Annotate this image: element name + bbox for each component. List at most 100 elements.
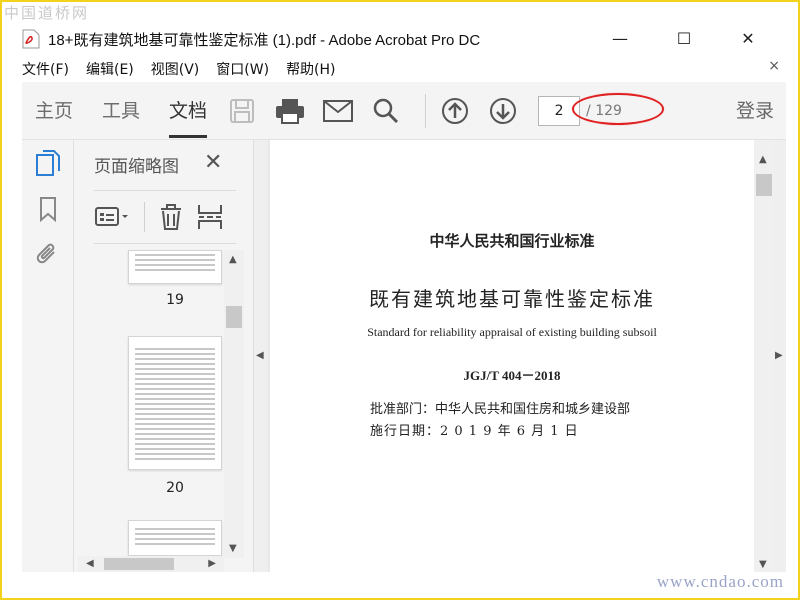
- thumb-spacer: [129, 337, 221, 345]
- thumb-line: [135, 358, 215, 360]
- thumbnail-label-20: 20: [166, 480, 184, 496]
- menu-help[interactable]: 帮助(H): [286, 59, 335, 79]
- thumbnail-page-20[interactable]: [128, 336, 222, 470]
- thumbnail-label-19: 19: [166, 292, 184, 308]
- thumb-line: [135, 403, 215, 405]
- tab-document[interactable]: 文档: [169, 82, 208, 140]
- chevron-right-icon: ▶: [775, 350, 783, 361]
- thumbnail-page-19[interactable]: [128, 250, 222, 284]
- mail-icon[interactable]: [319, 92, 357, 130]
- window-controls: — ☐ ✕: [588, 26, 780, 50]
- thumb-line: [135, 353, 215, 355]
- document-vertical-scrollbar[interactable]: ▲ ▼: [754, 140, 774, 572]
- attachment-icon[interactable]: [22, 232, 74, 278]
- thumb-line: [135, 388, 215, 390]
- thumb-line: [135, 538, 215, 540]
- close-window-button[interactable]: ✕: [716, 26, 780, 50]
- thumb-line: [135, 458, 215, 460]
- menu-file[interactable]: 文件(F): [22, 59, 69, 79]
- close-document-button[interactable]: ×: [768, 58, 780, 74]
- print-icon[interactable]: [271, 92, 309, 130]
- thumb-line: [135, 269, 215, 271]
- extract-pages-icon[interactable]: [197, 202, 225, 232]
- scroll-up-arrow[interactable]: ▲: [229, 254, 237, 265]
- thumb-line: [135, 264, 215, 266]
- thumb-line: [135, 528, 215, 530]
- thumb-line: [135, 543, 215, 545]
- thumb-line: [135, 398, 215, 400]
- scroll-down-arrow[interactable]: ▼: [759, 559, 767, 570]
- thumb-line: [135, 383, 215, 385]
- collapse-left-panel-button[interactable]: ◀: [254, 140, 268, 572]
- thumb-spacer: [129, 521, 221, 525]
- menu-view[interactable]: 视图(V): [151, 59, 200, 79]
- scroll-left-arrow[interactable]: ◀: [86, 558, 94, 569]
- search-icon[interactable]: [367, 92, 405, 130]
- thumb-line: [135, 348, 215, 350]
- doc-title-en: Standard for reliability appraisal of ex…: [367, 325, 657, 339]
- thumbnail-page-21[interactable]: [128, 520, 222, 556]
- thumb-line: [135, 428, 215, 430]
- thumb-line: [135, 433, 215, 435]
- trash-icon[interactable]: [159, 202, 187, 232]
- title-bar: 18+既有建筑地基可靠性鉴定标准 (1).pdf - Adobe Acrobat…: [22, 26, 780, 52]
- thumb-line: [135, 363, 215, 365]
- document-area: ◀ 中华人民共和国行业标准 既有建筑地基可靠性鉴定标准 Standard for…: [254, 140, 786, 572]
- minimize-button[interactable]: —: [588, 26, 652, 50]
- thumb-line: [135, 423, 215, 425]
- thumb-line: [135, 413, 215, 415]
- thumb-line: [135, 368, 215, 370]
- tab-tools[interactable]: 工具: [102, 82, 140, 140]
- collapse-right-panel-button[interactable]: ▶: [774, 140, 786, 572]
- thumb-line: [135, 533, 215, 535]
- scroll-thumb[interactable]: [104, 558, 174, 570]
- save-icon[interactable]: [223, 92, 261, 130]
- panel-title: 页面缩略图: [94, 157, 179, 177]
- document-page: 中华人民共和国行业标准 既有建筑地基可靠性鉴定标准 Standard for r…: [270, 140, 754, 572]
- maximize-button[interactable]: ☐: [652, 26, 716, 50]
- thumb-line: [135, 453, 215, 455]
- page-down-icon[interactable]: [484, 92, 522, 130]
- options-menu-icon[interactable]: [94, 202, 134, 232]
- scroll-down-arrow[interactable]: ▼: [229, 543, 237, 554]
- panel-separator: [144, 202, 145, 232]
- thumbnails-vertical-scrollbar[interactable]: ▲ ▼: [224, 250, 244, 558]
- thumb-line: [135, 259, 215, 261]
- scroll-thumb[interactable]: [226, 306, 242, 328]
- menu-bar: 文件(F) 编辑(E) 视图(V) 窗口(W) 帮助(H) ×: [22, 58, 786, 80]
- doc-date: 施行日期：2 0 1 9 年 6 月 1 日: [370, 424, 579, 439]
- scroll-up-arrow[interactable]: ▲: [759, 154, 767, 165]
- thumb-line: [135, 408, 215, 410]
- scroll-right-arrow[interactable]: ▶: [208, 558, 216, 569]
- panel-tools: [94, 190, 236, 244]
- thumb-line: [135, 378, 215, 380]
- chevron-left-icon: ◀: [256, 350, 264, 361]
- scroll-thumb[interactable]: [756, 174, 772, 196]
- doc-code: JGJ/T 404－2018: [463, 368, 561, 383]
- page-up-icon[interactable]: [436, 92, 474, 130]
- watermark-top: 中国道桥网: [4, 4, 90, 22]
- thumb-line: [135, 438, 215, 440]
- watermark-bottom: www.cndao.com: [656, 572, 784, 591]
- thumb-line: [135, 443, 215, 445]
- menu-window[interactable]: 窗口(W): [216, 59, 269, 79]
- thumb-line: [135, 393, 215, 395]
- close-panel-button[interactable]: ✕: [204, 150, 222, 175]
- pages-icon[interactable]: [22, 140, 74, 186]
- login-button[interactable]: 登录: [736, 82, 774, 140]
- thumb-line: [135, 448, 215, 450]
- thumbnails-horizontal-scrollbar[interactable]: ◀ ▶: [78, 556, 224, 572]
- highlight-ring: [572, 93, 664, 125]
- tab-home[interactable]: 主页: [35, 82, 73, 140]
- pdf-file-icon: [22, 29, 40, 49]
- thumb-line: [135, 254, 215, 256]
- thumb-line: [135, 373, 215, 375]
- window-title: 18+既有建筑地基可靠性鉴定标准 (1).pdf - Adobe Acrobat…: [48, 31, 481, 49]
- thumb-line: [135, 418, 215, 420]
- doc-approval: 批准部门：中华人民共和国住房和城乡建设部: [370, 402, 631, 417]
- bookmark-icon[interactable]: [22, 186, 74, 232]
- toolbar-separator: [425, 93, 427, 128]
- left-rail: [22, 140, 74, 572]
- thumbnails-panel: 页面缩略图 ✕ 19 20 ▲ ▼ ◀ ▶: [74, 140, 254, 572]
- menu-edit[interactable]: 编辑(E): [86, 59, 134, 79]
